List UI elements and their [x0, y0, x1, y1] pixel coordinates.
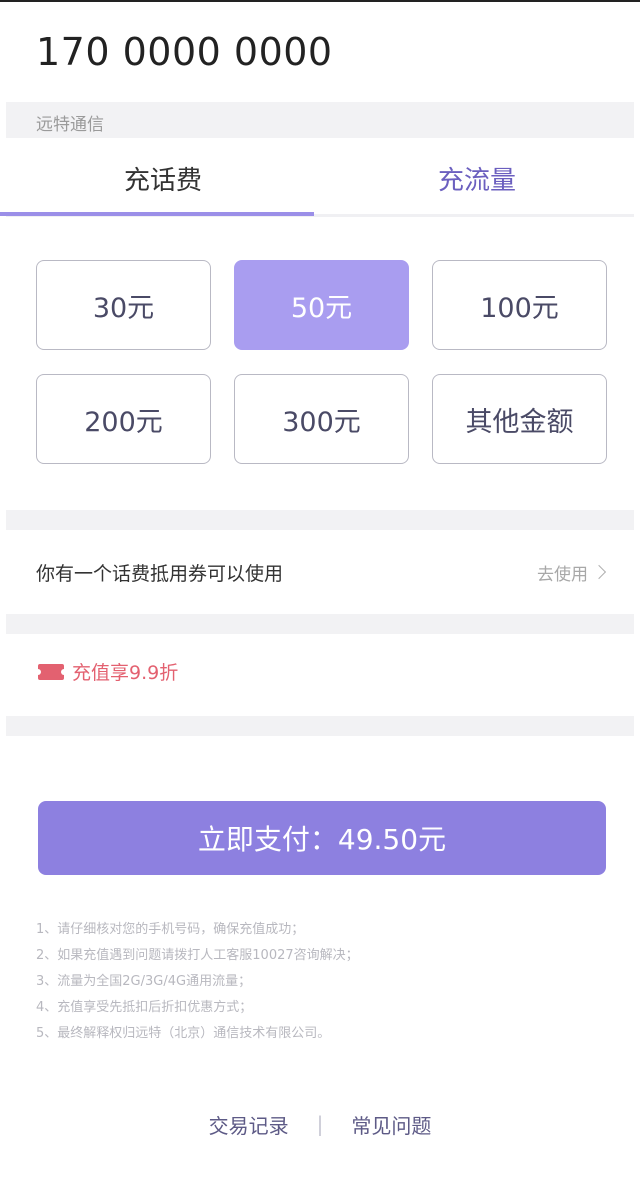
note-item: 2、如果充值遇到问题请拨打人工客服10027咨询解决； [36, 948, 359, 963]
section-divider [6, 614, 634, 634]
tab-phone-credit[interactable]: 充话费 [6, 142, 320, 214]
amount-option-100[interactable]: 100元 [432, 260, 607, 350]
note-item: 1、请仔细核对您的手机号码，确保充值成功； [36, 922, 305, 937]
coupon-row[interactable]: 你有一个话费抵用券可以使用 去使用 [36, 550, 607, 594]
promo-text: 充值享9.9折 [72, 662, 179, 684]
notes-list: 1、请仔细核对您的手机号码，确保充值成功； 2、如果充值遇到问题请拨打人工客服1… [36, 917, 359, 1047]
carrier-label: 远特通信 [36, 115, 104, 135]
coupon-use-link[interactable]: 去使用 [537, 560, 607, 585]
amount-option-30[interactable]: 30元 [36, 260, 211, 350]
section-divider [6, 716, 634, 736]
amount-grid: 30元 50元 100元 200元 300元 其他金额 [36, 260, 608, 466]
section-divider [6, 510, 634, 530]
chevron-right-icon [591, 564, 607, 580]
ticket-icon [35, 663, 67, 680]
footer-separator: | [316, 1112, 324, 1136]
tab-data[interactable]: 充流量 [320, 142, 634, 214]
transaction-records-link[interactable]: 交易记录 [209, 1110, 289, 1139]
faq-link[interactable]: 常见问题 [351, 1110, 431, 1139]
coupon-use-label: 去使用 [537, 564, 588, 585]
pay-now-button[interactable]: 立即支付：49.50元 [38, 801, 606, 875]
footer-links: 交易记录 | 常见问题 [0, 1106, 640, 1142]
amount-option-50[interactable]: 50元 [234, 260, 409, 350]
amount-option-200[interactable]: 200元 [36, 374, 211, 464]
note-item: 5、最终解释权归远特（北京）通信技术有限公司。 [36, 1026, 331, 1041]
coupon-text: 你有一个话费抵用券可以使用 [36, 562, 284, 585]
phone-number: 170 0000 0000 [36, 30, 333, 74]
recharge-tabs: 充话费 充流量 [6, 142, 634, 218]
active-tab-indicator [0, 212, 314, 216]
promo-banner: 充值享9.9折 [35, 658, 179, 685]
amount-option-other[interactable]: 其他金额 [432, 374, 607, 464]
note-item: 4、充值享受先抵扣后折扣优惠方式； [36, 1000, 253, 1015]
amount-option-300[interactable]: 300元 [234, 374, 409, 464]
note-item: 3、流量为全国2G/3G/4G通用流量； [36, 974, 252, 989]
